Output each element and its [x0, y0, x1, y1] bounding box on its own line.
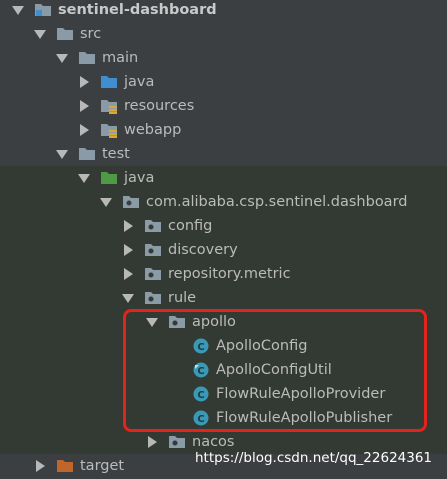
collapse-arrow-icon[interactable]	[124, 220, 133, 232]
src-label: src	[80, 26, 102, 42]
tree-node-project[interactable]: sentinel-dashboard	[0, 0, 447, 22]
expand-arrow-icon[interactable]	[56, 149, 68, 159]
tree-node-discovery[interactable]: discovery	[0, 238, 447, 262]
discovery-label: discovery	[168, 242, 238, 258]
watermark: https://blog.csdn.net/qq_22624361	[195, 450, 433, 466]
expand-arrow-icon[interactable]	[12, 5, 24, 15]
folder-icon	[78, 146, 96, 162]
tree-node-java-test[interactable]: java	[0, 166, 447, 190]
expand-arrow-icon[interactable]	[78, 173, 90, 183]
collapse-arrow-icon[interactable]	[80, 100, 89, 112]
package-icon	[144, 242, 162, 258]
expand-arrow-icon[interactable]	[34, 29, 46, 39]
tree-node-rule[interactable]: rule	[0, 286, 447, 310]
test-source-folder-icon	[100, 170, 118, 186]
collapse-arrow-icon[interactable]	[80, 76, 89, 88]
tree-node-repository-metric[interactable]: repository.metric	[0, 262, 447, 286]
module-folder-icon	[34, 2, 52, 18]
package-label: com.alibaba.csp.sentinel.dashboard	[146, 194, 408, 210]
expand-arrow-icon[interactable]	[100, 197, 112, 207]
folder-icon	[78, 50, 96, 66]
repository-metric-label: repository.metric	[168, 266, 291, 282]
collapse-arrow-icon[interactable]	[124, 244, 133, 256]
excluded-folder-icon	[56, 458, 74, 474]
tree-node-package[interactable]: com.alibaba.csp.sentinel.dashboard	[0, 190, 447, 214]
source-folder-icon	[100, 74, 118, 90]
tree-node-config[interactable]: config	[0, 214, 447, 238]
resources-label: resources	[124, 98, 195, 114]
java-test-label: java	[124, 170, 155, 186]
collapse-arrow-icon[interactable]	[80, 124, 89, 136]
collapse-arrow-icon[interactable]	[124, 268, 133, 280]
package-icon	[144, 218, 162, 234]
resources-folder-icon	[100, 98, 118, 114]
tree-node-main[interactable]: main	[0, 46, 447, 70]
web-folder-icon	[100, 122, 118, 138]
test-label: test	[102, 146, 130, 162]
tree-node-resources[interactable]: resources	[0, 94, 447, 118]
collapse-arrow-icon[interactable]	[148, 436, 157, 448]
package-icon	[122, 194, 140, 210]
config-label: config	[168, 218, 213, 234]
webapp-label: webapp	[124, 122, 182, 138]
tree-node-test[interactable]: test	[0, 142, 447, 166]
expand-arrow-icon[interactable]	[122, 293, 134, 303]
collapse-arrow-icon[interactable]	[36, 460, 45, 472]
project-label: sentinel-dashboard	[58, 2, 217, 18]
target-label: target	[80, 458, 125, 474]
project-tree: sentinel-dashboard src main java resourc…	[0, 0, 447, 479]
main-label: main	[102, 50, 139, 66]
tree-node-webapp[interactable]: webapp	[0, 118, 447, 142]
highlight-box	[123, 309, 427, 432]
package-icon	[144, 266, 162, 282]
rule-label: rule	[168, 290, 197, 306]
java-main-label: java	[124, 74, 155, 90]
package-icon	[168, 434, 186, 450]
expand-arrow-icon[interactable]	[56, 53, 68, 63]
tree-node-java-main[interactable]: java	[0, 70, 447, 94]
package-icon	[144, 290, 162, 306]
nacos-label: nacos	[192, 434, 235, 450]
tree-node-src[interactable]: src	[0, 22, 447, 46]
folder-icon	[56, 26, 74, 42]
